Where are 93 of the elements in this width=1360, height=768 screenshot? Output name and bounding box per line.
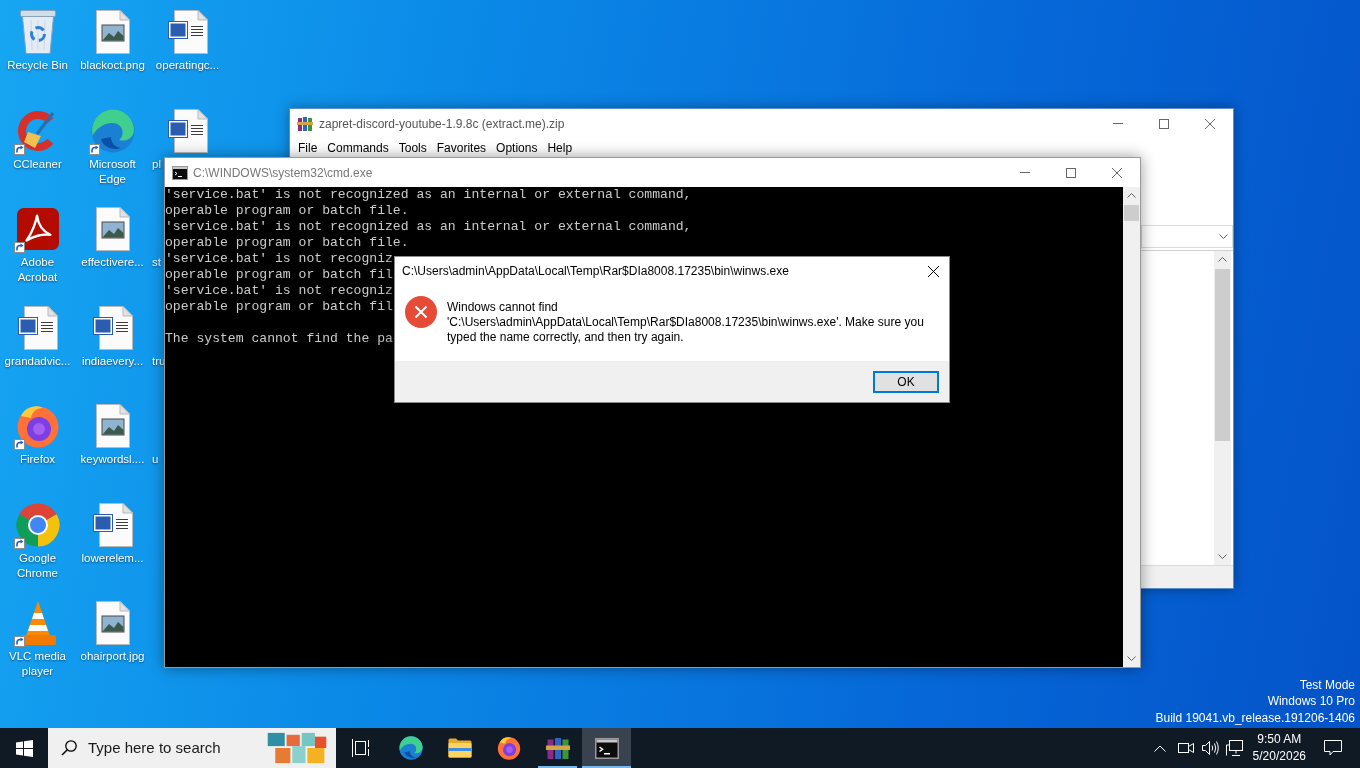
terminal-icon <box>594 737 619 759</box>
icon-label[interactable]: tru <box>152 353 166 369</box>
speaker-icon[interactable] <box>1201 741 1219 755</box>
console-line: 'service.bat' is not recogniz <box>165 251 393 267</box>
notification-icon[interactable] <box>1324 740 1342 756</box>
icon-label[interactable]: grandadvic... <box>4 353 71 369</box>
image-file-icon[interactable] <box>95 601 130 645</box>
maximize-icon <box>1066 167 1076 178</box>
menu-item[interactable]: Help <box>542 139 578 157</box>
console-line: The system cannot find the pa <box>165 331 393 347</box>
search-icon <box>61 740 77 756</box>
scrollbar-thumb[interactable] <box>1215 269 1230 441</box>
console-line: operable program or batch fil <box>165 267 393 283</box>
document-file-icon[interactable] <box>92 502 133 547</box>
network-monitor-icon[interactable] <box>1225 740 1243 756</box>
image-file-icon[interactable] <box>95 404 130 448</box>
icon-label[interactable]: CCleaner <box>13 156 62 172</box>
close-icon <box>1112 167 1122 178</box>
console-line: 'service.bat' is not recogniz <box>165 283 393 299</box>
icon-label[interactable]: VLC media player <box>0 649 75 679</box>
clock[interactable]: 9:50 AM 5/20/2026 <box>1246 731 1312 765</box>
document-file-icon[interactable] <box>17 305 58 350</box>
scroll-up-icon[interactable] <box>1127 193 1136 198</box>
scrollbar-thumb[interactable] <box>1124 205 1139 221</box>
console-line: operable program or batch fil <box>165 299 393 315</box>
image-file-icon[interactable] <box>95 207 130 251</box>
icon-label[interactable]: Firefox <box>19 452 56 467</box>
error-message: Windows cannot find 'C:\Users\admin\AppData\Local\Temp\Rar$DIa8008.17235\bin\winws.exe'. Make sure you typed the name correctly, and then try again. <box>447 300 925 346</box>
camera-icon[interactable] <box>1177 742 1194 754</box>
icon-label[interactable]: ohairport.jpg <box>80 649 145 664</box>
icon-label[interactable]: indiaevery... <box>81 353 144 369</box>
close-icon <box>1205 118 1215 129</box>
document-file-icon[interactable] <box>167 108 208 153</box>
window-title: zapret-discord-youtube-1.9.8c (extract.me).zip <box>319 115 565 133</box>
icon-label[interactable]: u <box>152 452 159 467</box>
document-file-icon[interactable] <box>167 10 208 54</box>
edge-logo-icon[interactable] <box>90 108 135 153</box>
menu-item[interactable]: Tools <box>393 139 432 157</box>
minimize-icon <box>1113 123 1123 124</box>
icon-label[interactable]: lowerelem... <box>81 550 144 566</box>
search-bar[interactable]: Type here to search <box>48 728 336 768</box>
terminal-icon <box>172 165 188 180</box>
icon-label[interactable]: Recycle Bin <box>7 58 68 73</box>
console-line: operable program or batch file. <box>165 203 409 219</box>
search-field[interactable]: Type here to search <box>88 736 238 760</box>
system-info-text: Build 19041.vb_release.191206-1406 <box>1155 709 1355 726</box>
folder-icon <box>447 738 472 758</box>
menu-item[interactable]: Favorites <box>431 139 492 157</box>
close-icon <box>927 265 939 277</box>
icon-label[interactable]: pl <box>152 156 161 172</box>
icon-label[interactable]: blackoct.png <box>80 58 145 73</box>
scroll-down-icon[interactable] <box>1218 554 1227 559</box>
taskbar-app-button[interactable] <box>582 728 631 768</box>
firefox-logo-icon[interactable] <box>15 404 60 448</box>
icon-label[interactable]: st <box>152 255 161 270</box>
icon-label[interactable]: Google Chrome <box>0 550 75 581</box>
icon-label[interactable]: keywordsl.... <box>80 452 145 467</box>
chrome-logo-icon[interactable] <box>15 502 60 547</box>
task-view-icon <box>351 739 371 757</box>
menu-item[interactable]: Options <box>491 139 543 157</box>
minimize-icon <box>1020 172 1030 173</box>
dropdown-caret-icon[interactable] <box>1219 234 1228 239</box>
system-info-text: Windows 10 Pro <box>1267 693 1355 710</box>
menu-item[interactable]: File <box>293 139 323 157</box>
console-line: operable program or batch file. <box>165 235 409 251</box>
icon-label[interactable]: operatingc... <box>155 58 220 73</box>
windows-logo-icon <box>15 739 33 757</box>
acrobat-logo-icon[interactable] <box>16 208 59 250</box>
books-stack-icon <box>545 737 570 759</box>
edge-logo-icon <box>398 736 423 760</box>
window-title: C:\WINDOWS\system32\cmd.exe <box>193 164 373 182</box>
icon-label[interactable]: Microsoft Edge <box>75 156 150 187</box>
console-line: 'service.bat' is not recognized as an internal or external command, <box>165 219 692 235</box>
ok-button[interactable]: OK <box>873 370 939 393</box>
firefox-logo-icon <box>496 736 521 760</box>
vertical-scrollbar[interactable] <box>1123 187 1140 667</box>
error-icon <box>405 296 437 328</box>
icon-label[interactable]: Adobe Acrobat <box>0 255 75 285</box>
books-stack-icon <box>297 116 313 131</box>
recycle-bin-icon[interactable] <box>19 10 56 54</box>
traffic-cone-icon[interactable] <box>18 600 57 646</box>
vertical-scrollbar[interactable] <box>1214 251 1231 565</box>
chevron-up-icon[interactable] <box>1153 744 1166 752</box>
scroll-down-icon[interactable] <box>1127 656 1136 661</box>
dialog-title: C:\Users\admin\AppData\Local\Temp\Rar$DIa8008.17235\bin\winws.exe <box>402 263 789 280</box>
scroll-up-icon[interactable] <box>1218 257 1227 262</box>
console-line: 'service.bat' is not recognized as an internal or external command, <box>165 187 692 203</box>
maximize-icon <box>1159 118 1169 129</box>
image-file-icon[interactable] <box>95 10 130 54</box>
system-info-text: Test Mode <box>1299 676 1355 693</box>
icon-label[interactable]: effectivere... <box>81 255 144 270</box>
menu-item[interactable]: Commands <box>322 139 394 157</box>
document-file-icon[interactable] <box>92 305 133 350</box>
